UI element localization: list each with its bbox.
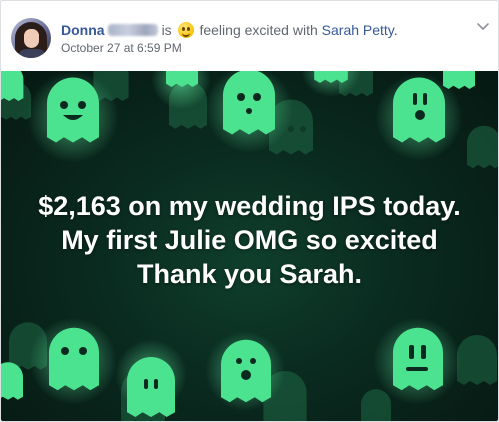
emoji-mouth xyxy=(181,31,190,37)
tagged-person-link[interactable]: Sarah Petty. xyxy=(322,22,398,38)
post-options-chevron-icon[interactable] xyxy=(476,19,490,33)
smiling-face-emoji-icon xyxy=(177,22,194,38)
post-image[interactable]: $2,163 on my wedding IPS today. My first… xyxy=(1,71,498,421)
post-timestamp[interactable]: October 27 at 6:59 PM xyxy=(61,41,182,55)
post-headline: Donna is feeling excited with Sarah Petty… xyxy=(61,21,398,39)
image-caption-text: $2,163 on my wedding IPS today. My first… xyxy=(38,191,461,289)
redacted-last-name[interactable] xyxy=(107,24,158,37)
author-avatar[interactable] xyxy=(11,18,51,58)
feeling-text: feeling excited with xyxy=(199,22,318,38)
avatar-face xyxy=(24,29,39,48)
avatar-shirt xyxy=(17,49,47,58)
author-name-link[interactable]: Donna xyxy=(61,22,105,38)
verb-is: is xyxy=(161,22,172,38)
feed-post: Donna is feeling excited with Sarah Petty… xyxy=(0,0,499,422)
post-header: Donna is feeling excited with Sarah Petty… xyxy=(1,1,498,71)
